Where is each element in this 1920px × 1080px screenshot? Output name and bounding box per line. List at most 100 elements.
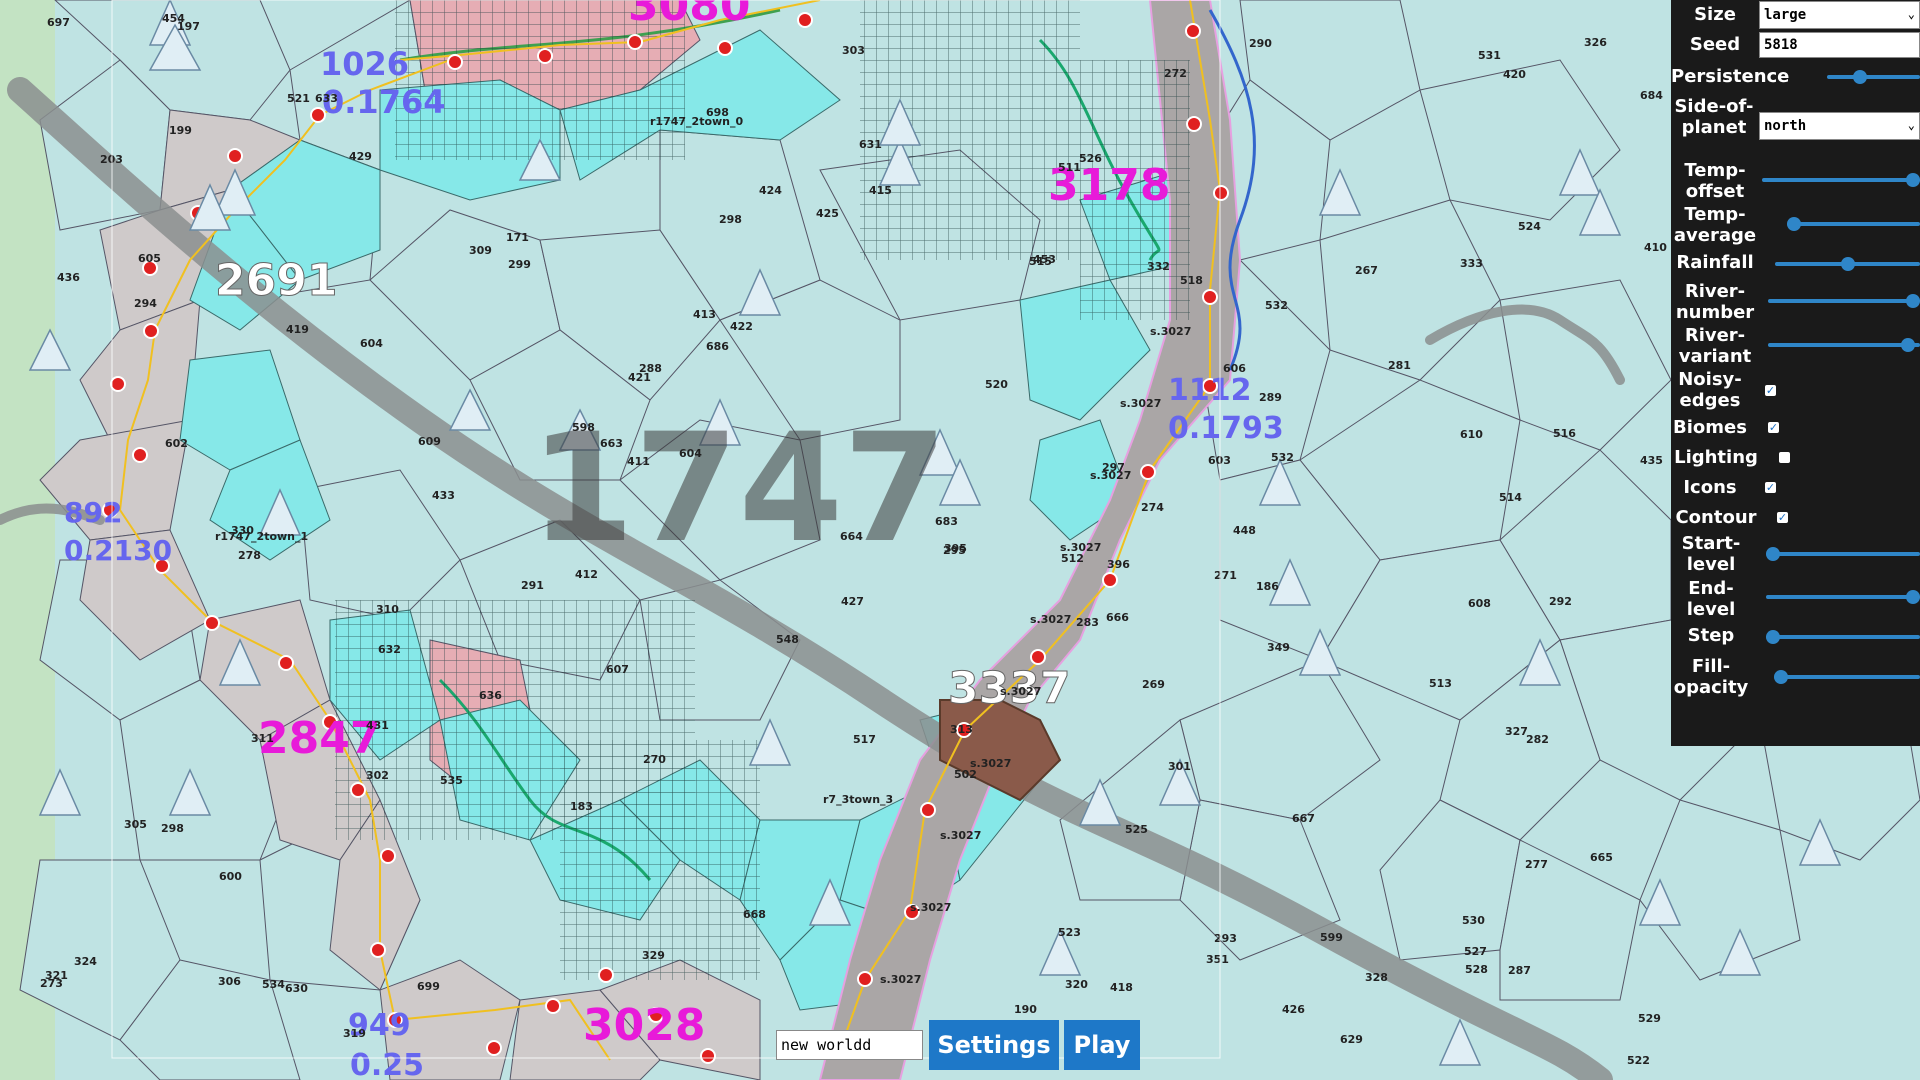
elevation-label: 0.2130 xyxy=(64,534,172,567)
elevation-label: 3028 xyxy=(583,1000,705,1051)
cell-id-label: 283 xyxy=(1076,616,1099,629)
cell-id-label: 522 xyxy=(1627,1054,1650,1067)
biomes-checkbox[interactable]: ✓ xyxy=(1768,422,1779,433)
size-select[interactable]: large ⌄ xyxy=(1759,1,1920,29)
town-label: r7_3town_3 xyxy=(823,793,893,806)
river-number-slider[interactable] xyxy=(1768,294,1920,308)
fill-opacity-label: Fill-opacity xyxy=(1673,656,1749,698)
slider-knob[interactable] xyxy=(1787,217,1801,231)
cell-id-label: 636 xyxy=(479,689,502,702)
size-label: Size xyxy=(1694,4,1736,25)
cell-id-label: 332 xyxy=(1147,260,1170,273)
cell-id-label: 313 xyxy=(950,723,973,736)
cell-id-label: 320 xyxy=(1065,978,1088,991)
start-level-slider[interactable] xyxy=(1766,547,1920,561)
elevation-label: 2847 xyxy=(258,713,380,764)
start-level-label: Start-level xyxy=(1681,533,1741,575)
end-level-slider[interactable] xyxy=(1766,590,1920,604)
seed-label: Seed xyxy=(1689,34,1741,55)
noisy-edges-label: Noisy-edges xyxy=(1678,369,1742,411)
rainfall-slider[interactable] xyxy=(1775,257,1920,271)
cell-id-label: 686 xyxy=(706,340,729,353)
fill-opacity-slider[interactable] xyxy=(1774,670,1920,684)
node-label: s.3027 xyxy=(910,901,951,914)
slider-knob[interactable] xyxy=(1900,338,1915,352)
cell-id-label: 289 xyxy=(1259,391,1282,404)
elevation-label: 0.25 xyxy=(350,1048,424,1080)
cell-id-label: 606 xyxy=(1223,362,1246,375)
node-label: s.3027 xyxy=(940,829,981,842)
node-label: s.3027 xyxy=(1150,325,1191,338)
side-of-planet-select[interactable]: north ⌄ xyxy=(1759,112,1920,140)
cell-id-label: 418 xyxy=(1110,981,1133,994)
cell-id-label: 309 xyxy=(469,244,492,257)
cell-id-label: 609 xyxy=(418,435,441,448)
chevron-down-icon: ⌄ xyxy=(1907,118,1915,132)
biomes-label: Biomes xyxy=(1673,417,1747,438)
cell-id-label: 327 xyxy=(1505,725,1528,738)
temp-average-label: Temp-average xyxy=(1673,204,1757,246)
contour-label: Contour xyxy=(1675,507,1757,528)
slider-knob[interactable] xyxy=(1840,257,1855,271)
slider-knob[interactable] xyxy=(1906,294,1920,308)
seed-input[interactable]: 5818 xyxy=(1759,32,1920,58)
icons-checkbox[interactable]: ✓ xyxy=(1765,482,1776,493)
world-map[interactable]: 1747 3080 1026 0.1764 2691 3178 1112 0.1… xyxy=(0,0,1920,1080)
cell-id-label: 668 xyxy=(743,908,766,921)
cell-id-label: 326 xyxy=(1584,36,1607,49)
cell-id-label: 525 xyxy=(1125,823,1148,836)
node-label: s.3027 xyxy=(1120,397,1161,410)
cell-id-label: 666 xyxy=(1106,611,1129,624)
slider-knob[interactable] xyxy=(1774,670,1789,684)
play-button[interactable]: Play xyxy=(1064,1020,1140,1070)
cell-id-label: 529 xyxy=(1638,1012,1661,1025)
cell-id-label: 412 xyxy=(575,568,598,581)
slider-knob[interactable] xyxy=(1766,547,1780,561)
cell-id-label: 530 xyxy=(1462,914,1485,927)
cell-id-label: 277 xyxy=(1525,858,1548,871)
slider-knob[interactable] xyxy=(1852,70,1867,84)
cell-id-label: 526 xyxy=(1079,152,1102,165)
step-slider[interactable] xyxy=(1766,630,1920,644)
slider-knob[interactable] xyxy=(1766,630,1780,644)
settings-button[interactable]: Settings xyxy=(929,1020,1059,1070)
cell-id-label: 629 xyxy=(1340,1033,1363,1046)
cell-id-label: 294 xyxy=(134,297,157,310)
cell-id-label: 599 xyxy=(1320,931,1343,944)
cell-id-label: 415 xyxy=(869,184,892,197)
cell-id-label: 548 xyxy=(776,633,799,646)
cell-id-label: 604 xyxy=(679,447,702,460)
cell-id-label: 516 xyxy=(1553,427,1576,440)
river-variant-slider[interactable] xyxy=(1768,338,1920,352)
temp-offset-label: Temp-offset xyxy=(1684,160,1746,202)
cell-id-label: 633 xyxy=(315,92,338,105)
node-label: s.3027 xyxy=(970,757,1011,770)
cell-id-label: 413 xyxy=(693,308,716,321)
slider-knob[interactable] xyxy=(1906,590,1920,604)
world-name-input[interactable]: new worldd xyxy=(776,1030,923,1060)
temp-offset-slider[interactable] xyxy=(1762,173,1920,187)
cell-id-label: 602 xyxy=(165,437,188,450)
temp-average-slider[interactable] xyxy=(1787,217,1920,231)
chevron-down-icon: ⌄ xyxy=(1907,7,1915,21)
cell-id-label: 426 xyxy=(1282,1003,1305,1016)
side-of-planet-label: Side-of-planet xyxy=(1674,96,1754,138)
noisy-edges-checkbox[interactable]: ✓ xyxy=(1765,385,1776,396)
cell-id-label: 608 xyxy=(1468,597,1491,610)
elevation-label: 0.1764 xyxy=(322,83,445,121)
persistence-slider[interactable] xyxy=(1827,70,1920,84)
side-of-planet-value: north xyxy=(1764,118,1807,134)
cell-id-label: 395 xyxy=(944,542,967,555)
contour-checkbox[interactable]: ✓ xyxy=(1777,512,1788,523)
cell-id-label: 310 xyxy=(376,603,399,616)
cell-id-label: 424 xyxy=(759,184,782,197)
river-variant-label: River-variant xyxy=(1678,325,1752,367)
lighting-checkbox[interactable] xyxy=(1779,452,1790,463)
cell-id-label: 534 xyxy=(262,978,285,991)
cell-id-label: 281 xyxy=(1388,359,1411,372)
cell-id-label: 303 xyxy=(842,44,865,57)
cell-id-label: 514 xyxy=(1499,491,1522,504)
slider-knob[interactable] xyxy=(1906,173,1920,187)
cell-id-label: 683 xyxy=(935,515,958,528)
cell-id-label: 329 xyxy=(642,949,665,962)
